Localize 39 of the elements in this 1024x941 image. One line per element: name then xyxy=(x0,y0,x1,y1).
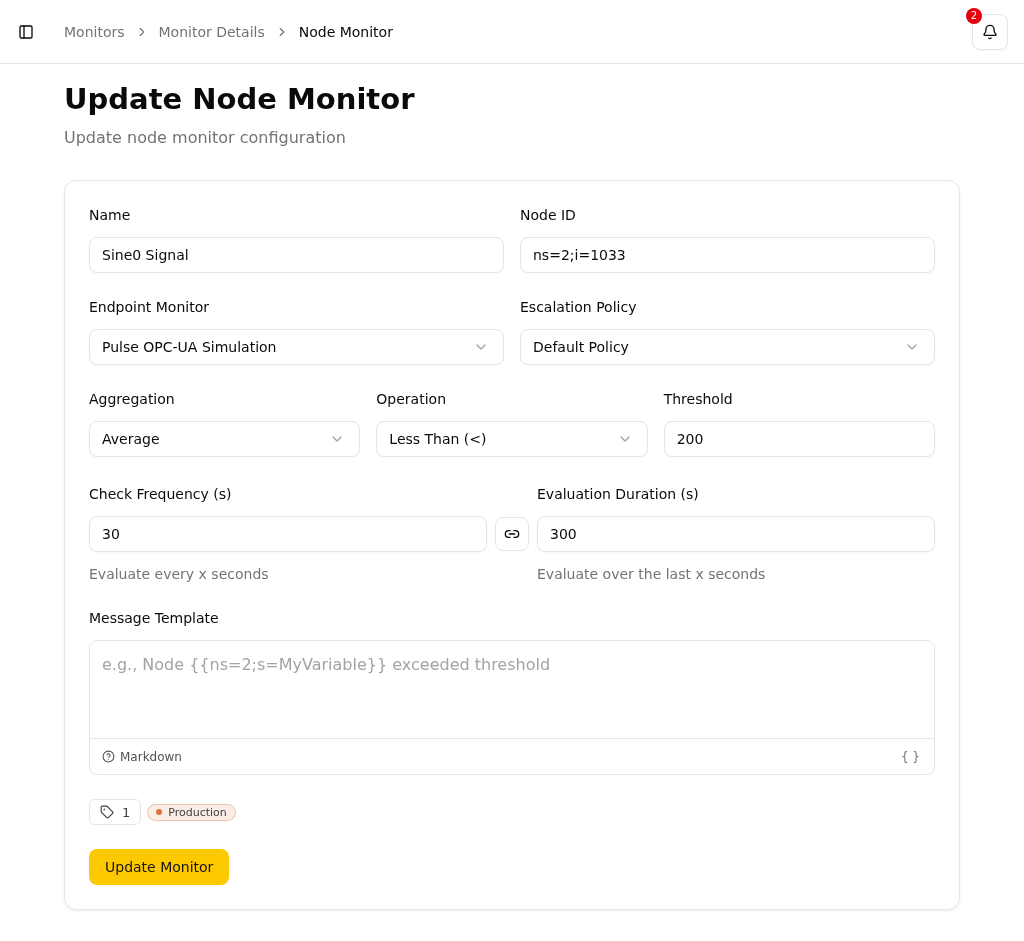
field-label: Aggregation xyxy=(89,390,176,409)
text-field[interactable]: 200 xyxy=(663,421,935,457)
page-subtitle: Update node monitor configuration xyxy=(64,127,347,149)
message-editor[interactable]: e.g., Node {{ns=2;s=MyVariable}} exceeded threshold Markdown { } xyxy=(89,640,935,775)
field-hint: Evaluate every x seconds xyxy=(89,565,270,584)
sidebar-icon xyxy=(18,23,34,40)
field-label: Node ID xyxy=(520,206,577,225)
tag-label: Production xyxy=(168,805,227,819)
text-field[interactable]: 30 xyxy=(89,516,487,552)
link-toggle-button[interactable] xyxy=(495,517,529,551)
dropdown[interactable]: Average xyxy=(89,421,361,457)
tags-button[interactable]: 1 xyxy=(89,799,142,825)
text-field[interactable]: 300 xyxy=(537,516,935,552)
tag-icon xyxy=(100,805,114,819)
help-icon xyxy=(102,750,115,763)
field-label: Escalation Policy xyxy=(520,298,638,317)
dropdown[interactable]: Less Than (<) xyxy=(376,421,648,457)
bell-icon xyxy=(982,23,998,40)
text-field[interactable]: ns=2;i=1033 xyxy=(520,237,935,273)
markdown-help-link[interactable]: Markdown xyxy=(102,749,182,764)
field-label: Endpoint Monitor xyxy=(89,298,210,317)
breadcrumb-link[interactable]: Monitor Details xyxy=(158,21,265,42)
dropdown[interactable]: Pulse OPC-UA Simulation xyxy=(89,329,504,365)
dropdown[interactable]: Default Policy xyxy=(520,329,935,365)
insert-variable-button[interactable]: { } xyxy=(900,749,920,764)
field-label: Threshold xyxy=(663,390,734,409)
text-field[interactable]: Sine0 Signal xyxy=(89,237,504,273)
page-title: Update Node Monitor xyxy=(64,81,416,118)
field-label: Check Frequency (s) xyxy=(89,485,233,504)
field-label: Message Template xyxy=(89,609,220,628)
field-hint: Evaluate over the last x seconds xyxy=(537,565,767,584)
current-page-crumb: Node Monitor xyxy=(298,22,393,42)
notification-count: 2 xyxy=(966,7,982,24)
field-label: Name xyxy=(89,206,132,225)
field-label: Evaluation Duration (s) xyxy=(537,485,700,504)
breadcrumb-link[interactable]: Monitors xyxy=(64,21,125,42)
notifications-button[interactable] xyxy=(972,13,1008,50)
field-label: Operation xyxy=(376,390,447,409)
update-monitor-button[interactable]: Update Monitor xyxy=(89,849,230,885)
